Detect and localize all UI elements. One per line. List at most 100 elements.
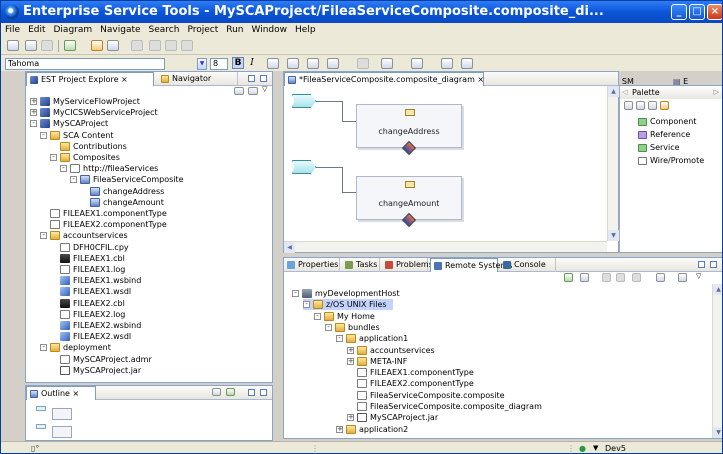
tree-item[interactable]: - z/OS UNIX Files [303,299,393,311]
font-dropdown-icon[interactable]: ▼ [197,58,207,70]
service-shape[interactable] [292,94,316,108]
collapse-icon[interactable]: - [40,232,47,240]
menu-window[interactable]: Window [248,23,292,37]
expand-icon[interactable]: + [347,414,354,422]
expand-icon[interactable]: + [30,109,37,117]
home-icon[interactable] [632,273,641,282]
font-name-select[interactable]: Tahoma [5,58,165,70]
menu-edit[interactable]: Edit [24,23,49,37]
scroll-up-icon[interactable]: ▲ [608,86,619,97]
expand-icon[interactable]: + [347,346,354,354]
view-menu-icon[interactable]: ▽ [696,272,701,280]
link-editor-icon[interactable] [248,87,258,95]
connect-icon[interactable] [564,273,573,282]
menu-project[interactable]: Project [183,23,222,37]
tab-outline[interactable]: Outline × [26,386,96,400]
title-bar[interactable]: Enterprise Service Tools - MySCAProject/… [1,1,722,23]
expand-icon[interactable]: + [30,98,37,105]
palette-collapse-icon[interactable]: ◁ [622,86,627,99]
close-tab-icon[interactable]: × [73,389,80,398]
run-icon[interactable] [64,40,76,51]
collapse-icon[interactable]: - [303,301,310,309]
line-color-icon[interactable] [307,58,319,69]
collapse-icon[interactable]: - [40,131,47,139]
print-icon[interactable] [41,40,53,51]
tab-properties[interactable]: Properties [284,258,340,272]
collapse-icon[interactable]: - [292,290,299,297]
palette-menu-icon[interactable]: ▷ [714,86,719,99]
router-icon[interactable] [381,58,393,69]
font-color-icon[interactable] [267,58,279,69]
italic-button[interactable]: I [247,57,257,69]
tab-est-project-explorer[interactable]: EST Project Explore × [26,72,154,86]
minimize-view-icon[interactable] [248,389,255,396]
outline-thumb-icon[interactable] [226,388,235,396]
layout-icon[interactable] [441,58,453,69]
close-tab-icon[interactable]: × [121,75,128,84]
collapse-icon[interactable]: - [60,165,67,173]
bold-button[interactable]: B [232,57,244,69]
close-tab-icon[interactable]: × [477,75,484,84]
wand-icon[interactable] [91,40,103,51]
properties-icon[interactable] [461,58,473,69]
menu-search[interactable]: Search [145,23,184,37]
forward-icon[interactable] [616,273,625,282]
expand-icon[interactable]: + [336,425,343,433]
expand-icon[interactable]: + [347,357,354,365]
wire[interactable] [342,167,343,192]
collapse-icon[interactable]: - [30,120,37,128]
connection-name[interactable]: Dev5 [605,442,626,453]
outline-tree-icon[interactable] [212,388,221,396]
select-tool-icon[interactable] [624,101,633,110]
close-button[interactable]: × [707,4,722,20]
tab-composite-diagram[interactable]: *FileaServiceComposite.composite_diagram… [284,72,484,86]
maximize-view-icon[interactable] [260,75,267,82]
scroll-down-icon[interactable]: ▼ [608,230,619,241]
menu-help[interactable]: Help [291,23,320,37]
zoom-in-icon[interactable] [636,101,645,110]
collapse-all-icon[interactable] [234,87,244,95]
diagram-canvas[interactable]: changeAddress changeAmount [284,86,607,241]
minimize-view-icon[interactable] [698,261,705,268]
tab-remote-systems[interactable]: Remote Systems [430,258,512,272]
new-icon[interactable] [7,40,19,51]
remote-vertical-scrollbar[interactable]: ▲ ▼ [712,284,722,438]
edit-icon[interactable] [107,40,119,51]
collapse-icon[interactable]: - [325,323,332,331]
tab-problems[interactable]: Problems [382,258,433,272]
collapse-icon[interactable]: - [50,154,57,161]
fill-color-icon[interactable] [287,58,299,69]
editor-vertical-scrollbar[interactable]: ▲ ▼ [607,86,619,241]
align-icon[interactable] [357,58,369,69]
editor-horizontal-scrollbar[interactable]: ◀ [284,241,607,253]
arrange-icon[interactable] [131,40,143,51]
collapse-icon[interactable]: - [336,335,343,343]
maximize-view-icon[interactable] [710,261,717,268]
arrow-style-icon[interactable] [327,58,339,69]
zoom-icon[interactable] [411,58,423,69]
nav-icon[interactable] [181,40,193,51]
collapse-icon[interactable]: - [70,176,77,184]
tab-navigator[interactable]: Navigator [158,72,238,86]
palette-item-wire-promote[interactable]: Wire/Promote [638,155,704,167]
wire[interactable] [316,101,342,102]
wire[interactable] [316,167,342,168]
connection-dropdown-icon[interactable]: ▼ [593,442,598,453]
tab-tasks[interactable]: Tasks [342,258,380,272]
collapse-icon[interactable]: - [314,312,321,320]
save-icon[interactable] [25,40,37,51]
scroll-left-icon[interactable]: ◀ [284,242,295,253]
forward-icon[interactable] [165,40,177,51]
scroll-up-icon[interactable]: ▲ [713,284,722,295]
minimize-view-icon[interactable] [248,75,255,82]
menu-run[interactable]: Run [222,23,247,37]
font-size-select[interactable]: 8 [210,58,228,70]
maximize-button[interactable]: □ [689,4,705,20]
outline-thumbnail[interactable] [30,402,90,440]
scroll-down-icon[interactable]: ▼ [713,427,722,438]
component-change-amount[interactable]: changeAmount [356,176,462,228]
link-icon[interactable] [678,273,687,282]
palette-header[interactable]: ◁ Palette ▷ [620,86,722,99]
minimize-button[interactable]: _ [671,4,687,20]
zoom-out-icon[interactable] [648,101,657,110]
